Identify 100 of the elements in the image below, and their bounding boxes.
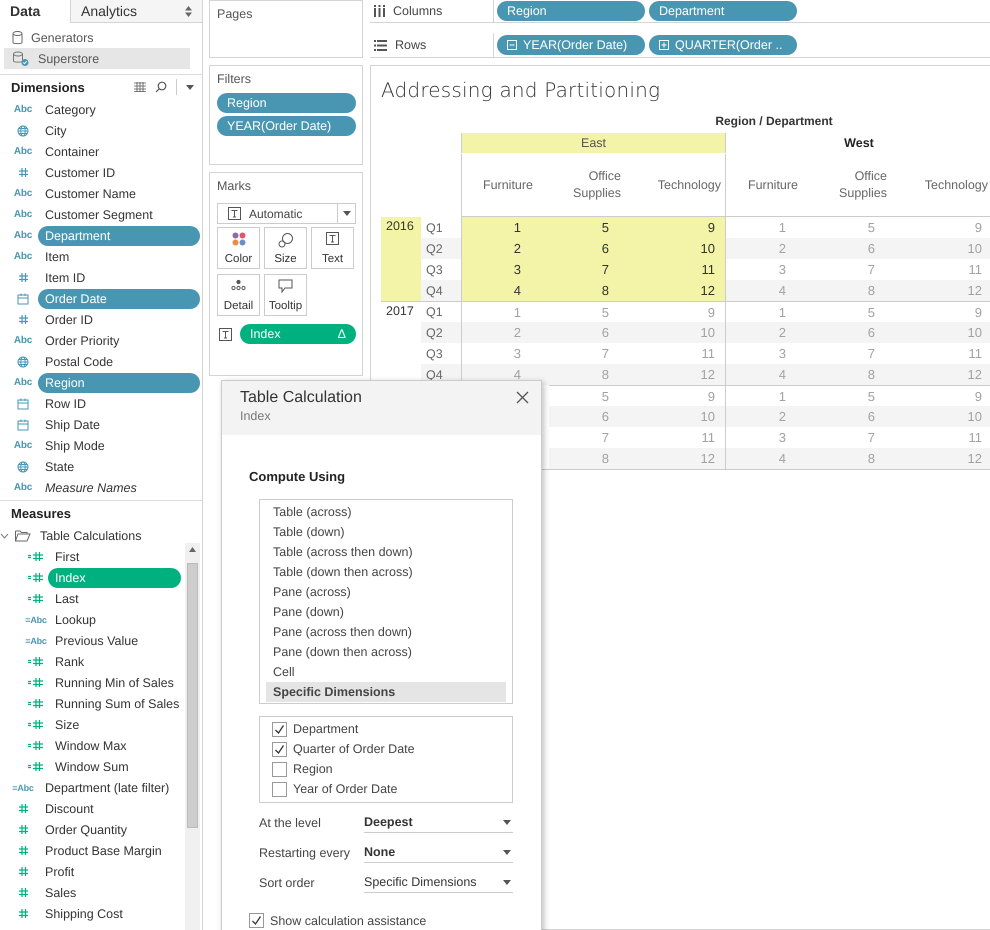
data-source-item[interactable]: Superstore	[4, 48, 190, 69]
measure-field[interactable]: Sales	[38, 882, 181, 902]
checkbox[interactable]	[272, 782, 287, 796]
measure-field[interactable]: Running Sum of Sales	[48, 694, 181, 714]
measure-field[interactable]: Rank	[48, 652, 181, 672]
measure-field[interactable]: Order Quantity	[38, 820, 181, 840]
dimension-field[interactable]: Customer ID	[38, 162, 200, 182]
measure-field[interactable]: First	[48, 546, 181, 566]
measure-field[interactable]: Previous Value	[48, 630, 181, 650]
measure-field[interactable]: Window Max	[48, 736, 181, 756]
table-cell: 8	[814, 280, 903, 301]
list-option[interactable]: Pane (across then down)	[266, 622, 506, 642]
calc-abc-type-icon: =Abc	[25, 636, 47, 646]
calc-hash-icon	[28, 677, 44, 688]
list-option[interactable]: Table (across then down)	[266, 542, 506, 562]
dimension-field[interactable]: Item ID	[38, 268, 200, 288]
setting-dropdown[interactable]: Deepest	[364, 812, 513, 833]
hash-icon	[18, 845, 28, 856]
list-option[interactable]: Pane (across)	[266, 582, 506, 602]
hash-icon	[18, 167, 28, 178]
chevron-icon[interactable]	[0, 532, 9, 538]
pane-tab[interactable]: Analytics	[70, 0, 202, 23]
dimension-field[interactable]: Order ID	[38, 310, 200, 330]
table-cell: 4	[461, 280, 549, 301]
calc-hash-icon	[28, 572, 44, 583]
table-cell: 4	[725, 364, 814, 385]
text-mark-icon	[326, 232, 339, 245]
dimension-field[interactable]: Row ID	[38, 394, 200, 414]
dimension-field[interactable]: Order Priority	[38, 330, 200, 350]
dimension-field[interactable]: State	[38, 456, 200, 476]
measure-field[interactable]: Discount	[38, 798, 181, 818]
table-cell: 12	[637, 280, 725, 301]
list-option[interactable]: Specific Dimensions	[266, 682, 506, 702]
table-cell: 6	[814, 238, 903, 259]
list-option[interactable]: Table (across)	[266, 502, 506, 522]
data-source-item[interactable]: Generators	[4, 27, 190, 48]
dimension-field[interactable]: Container	[38, 142, 200, 162]
measure-field[interactable]: Running Min of Sales	[48, 672, 181, 692]
table-cell: 1	[725, 301, 814, 322]
measure-field[interactable]: Lookup	[48, 610, 181, 630]
checkbox[interactable]	[272, 742, 287, 756]
checkbox[interactable]	[249, 913, 264, 928]
measure-field[interactable]: Department (late filter)	[38, 778, 181, 798]
table-cell: 12	[637, 448, 725, 469]
setting-dropdown[interactable]: Specific Dimensions	[364, 872, 513, 893]
dimension-field[interactable]: Postal Code	[38, 352, 200, 372]
dimension-field[interactable]: Item	[38, 246, 200, 266]
dimension-field[interactable]: Measure Names	[38, 478, 200, 498]
mark-type-dropdown[interactable]: Automatic	[217, 203, 356, 224]
table-cell: 6	[549, 238, 637, 259]
data-source-name: Generators	[31, 30, 94, 44]
scrollbar[interactable]	[185, 543, 200, 930]
list-option[interactable]: Pane (down)	[266, 602, 506, 622]
list-option[interactable]: Table (down then across)	[266, 562, 506, 582]
table-cell: 8	[549, 280, 637, 301]
close-button[interactable]	[514, 389, 531, 406]
hash-icon	[18, 314, 28, 325]
scroll-up-icon[interactable]	[189, 547, 196, 552]
calc-hash-icon	[28, 740, 44, 751]
measure-field[interactable]: Last	[48, 588, 181, 608]
calc-abc-type-icon: =Abc	[25, 614, 47, 624]
sort-arrows-icon[interactable]	[185, 6, 192, 16]
list-option[interactable]: Pane (down then across)	[266, 642, 506, 662]
measure-field[interactable]: Shipping Cost	[38, 904, 181, 924]
checkbox-label: Year of Order Date	[293, 782, 398, 796]
measure-field[interactable]: Profit	[38, 862, 181, 882]
checkbox-label: Quarter of Order Date	[293, 742, 415, 756]
measure-field[interactable]: Window Sum	[48, 756, 181, 776]
checkbox-label: Show calculation assistance	[270, 914, 426, 928]
table-cell: 6	[549, 322, 637, 343]
checkbox[interactable]	[272, 762, 287, 776]
minus-box-icon[interactable]	[507, 40, 517, 50]
measure-field[interactable]: Size	[48, 714, 181, 734]
list-view-icon[interactable]	[134, 82, 146, 92]
table-cell: 2	[461, 322, 549, 343]
calendar-icon	[17, 398, 29, 410]
list-option[interactable]: Table (down)	[266, 522, 506, 542]
dimension-field[interactable]: Customer Name	[38, 184, 200, 204]
mark-property-button[interactable]: Text	[311, 227, 354, 269]
calendar-icon	[17, 292, 29, 304]
abc-type-icon: Abc	[14, 209, 32, 220]
mark-property-button[interactable]: Detail	[217, 274, 260, 316]
calc-hash-icon	[28, 551, 44, 562]
list-option[interactable]: Cell	[266, 662, 506, 682]
plus-box-icon[interactable]	[659, 40, 669, 50]
dimension-field[interactable]: Customer Segment	[38, 204, 200, 224]
table-cell: 6	[814, 406, 903, 427]
dimension-field[interactable]: Ship Date	[38, 414, 200, 434]
checkbox[interactable]	[272, 722, 287, 736]
search-icon[interactable]	[155, 81, 167, 93]
dimension-field[interactable]: Category	[38, 100, 200, 120]
mark-property-button[interactable]: Tooltip	[264, 274, 307, 316]
mark-property-button[interactable]: Color	[217, 227, 260, 269]
folder-name[interactable]: Table Calculations	[31, 526, 185, 546]
dimension-field[interactable]: Ship Mode	[38, 436, 200, 456]
card-title: Marks	[217, 179, 252, 193]
mark-property-button[interactable]: Size	[264, 227, 307, 269]
setting-dropdown[interactable]: None	[364, 842, 513, 863]
measure-field[interactable]: Product Base Margin	[38, 840, 181, 860]
dimension-field[interactable]: City	[38, 120, 200, 140]
